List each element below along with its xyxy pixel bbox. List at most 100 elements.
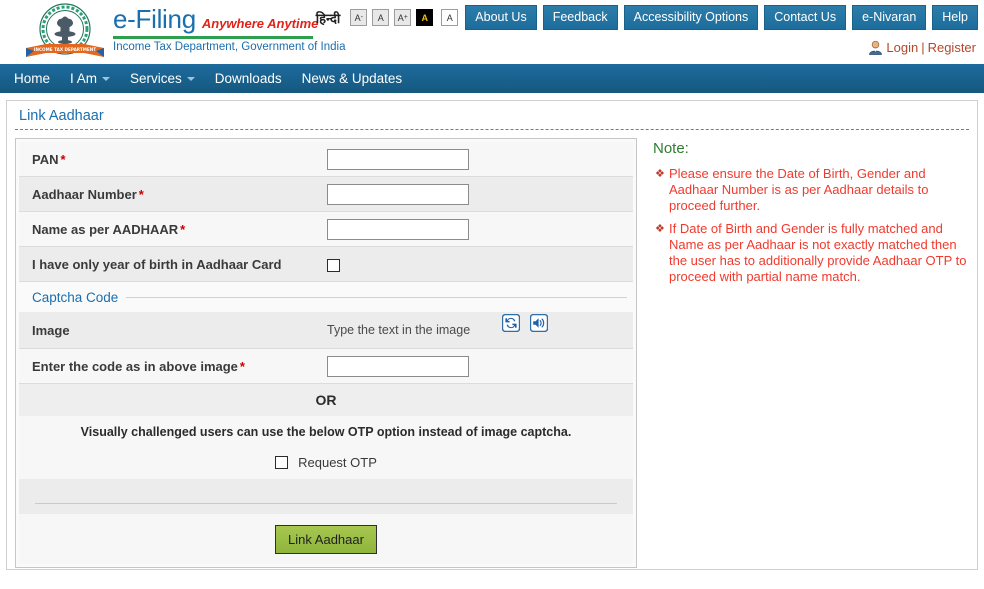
mainnav-item-services[interactable]: Services — [130, 71, 195, 86]
captcha-image-label: Image — [32, 322, 70, 338]
aadhaar-label-cell: Aadhaar Number * — [19, 176, 324, 212]
captcha-code-input-cell — [324, 348, 633, 384]
link-aadhaar-form-table: PAN * Aadhaar Number * Name as per AADHA… — [19, 142, 633, 564]
captcha-image-label-cell: Image — [19, 312, 324, 349]
captcha-legend-cell: Captcha Code — [19, 281, 633, 312]
bullet-icon: ❖ — [655, 168, 665, 180]
nav-contact-us-button[interactable]: Contact Us — [764, 5, 847, 30]
request-otp-cell: Request OTP — [19, 447, 633, 479]
pan-input[interactable] — [327, 148, 469, 170]
visually-challenged-note: Visually challenged users can use the be… — [19, 416, 633, 447]
footer-strip — [0, 577, 984, 589]
svg-text:INCOME TAX DEPARTMENT: INCOME TAX DEPARTMENT — [34, 47, 96, 52]
name-label-cell: Name as per AADHAAR * — [19, 211, 324, 247]
form-row-year-of-birth-only: I have only year of birth in Aadhaar Car… — [19, 246, 633, 282]
pan-label-cell: PAN * — [19, 142, 324, 177]
captcha-code-label-cell: Enter the code as in above image * — [19, 348, 324, 384]
mainnav-item-downloads[interactable]: Downloads — [215, 71, 282, 86]
link-aadhaar-form: PAN * Aadhaar Number * Name as per AADHA… — [15, 138, 637, 568]
note-list: ❖ Please ensure the Date of Birth, Gende… — [653, 166, 969, 285]
aadhaar-input-cell — [324, 176, 633, 212]
captcha-hint-text: Type the text in the image — [327, 323, 471, 337]
year-of-birth-only-checkbox[interactable] — [327, 258, 340, 272]
register-link[interactable]: Register — [928, 40, 976, 55]
link-aadhaar-submit-button[interactable]: Link Aadhaar — [275, 524, 377, 554]
submit-cell: Link Aadhaar — [19, 514, 633, 564]
font-decrease-sup: - — [360, 14, 363, 21]
chevron-down-icon — [102, 76, 111, 81]
aadhaar-number-input[interactable] — [327, 183, 469, 205]
page-title: Link Aadhaar — [19, 108, 104, 124]
font-normal-button[interactable]: A — [372, 9, 390, 26]
high-contrast-dark-label: A — [421, 12, 429, 23]
content-panel: Link Aadhaar PAN * Aadhaar Number * Name… — [6, 100, 978, 570]
font-increase-sup: + — [403, 14, 408, 21]
login-register-bar: Login | Register — [868, 40, 976, 55]
high-contrast-light-label: A — [446, 12, 453, 23]
user-avatar-icon — [868, 40, 883, 55]
header-top-navigation: हिन्दी A- A A + A A About Us Feedback Acc… — [316, 5, 978, 30]
request-otp-checkbox[interactable] — [275, 455, 289, 469]
high-contrast-dark-button[interactable]: A — [416, 9, 434, 26]
captcha-code-input[interactable] — [327, 355, 469, 377]
year-only-checkbox-cell — [324, 246, 633, 282]
form-row-visually-challenged-note: Visually challenged users can use the be… — [19, 416, 633, 447]
mainnav-item-home[interactable]: Home — [14, 71, 50, 86]
note-panel: Note: ❖ Please ensure the Date of Birth,… — [637, 138, 969, 292]
nav-help-button[interactable]: Help — [932, 5, 978, 30]
nav-accessibility-options-button[interactable]: Accessibility Options — [623, 5, 759, 30]
code-required-marker: * — [239, 358, 245, 374]
chevron-down-icon — [186, 76, 195, 81]
year-of-birth-only-label: I have only year of birth in Aadhaar Car… — [32, 256, 282, 272]
hindi-language-link[interactable]: हिन्दी — [316, 9, 341, 27]
main-navigation-bar: Home I Am Services Downloads News & Upda… — [0, 64, 984, 93]
form-row-submit: Link Aadhaar — [19, 514, 633, 564]
font-increase-button[interactable]: A + — [394, 9, 412, 26]
login-register-separator: | — [921, 40, 925, 55]
font-decrease-button[interactable]: A- — [350, 9, 368, 26]
mainnav-item-i-am[interactable]: I Am — [70, 71, 111, 86]
mainnav-item-news-and-updates[interactable]: News & Updates — [302, 71, 403, 86]
content-columns: PAN * Aadhaar Number * Name as per AADHA… — [15, 138, 969, 568]
brand-name: e-Filing — [113, 4, 196, 34]
form-row-spacer — [19, 479, 633, 493]
nav-e-nivaran-button[interactable]: e-Nivaran — [852, 5, 927, 30]
nav-about-us-button[interactable]: About Us — [465, 5, 537, 30]
site-header: सत्यमेव जयते INCOME TAX DEPARTMENT e-Fil… — [0, 0, 984, 64]
name-as-per-aadhaar-input[interactable] — [327, 218, 469, 240]
audio-captcha-icon[interactable] — [529, 313, 549, 333]
mainnav-label-i-am: I Am — [70, 71, 98, 86]
name-input-cell — [324, 211, 633, 247]
form-row-horizontal-rule — [19, 493, 633, 514]
note-list-item: ❖ If Date of Birth and Gender is fully m… — [653, 221, 969, 285]
captcha-image-cell: Type the text in the image — [324, 312, 633, 349]
captcha-legend-rule — [126, 296, 627, 298]
pan-input-cell — [324, 142, 633, 177]
login-link[interactable]: Login — [886, 40, 918, 55]
form-row-request-otp: Request OTP — [19, 447, 633, 479]
mainnav-label-downloads: Downloads — [214, 71, 282, 86]
form-row-captcha-image: Image Type the text in the image — [19, 312, 633, 349]
font-normal-label: A — [377, 12, 384, 23]
form-row-name-as-per-aadhaar: Name as per AADHAAR * — [19, 211, 633, 247]
note-item-text: Please ensure the Date of Birth, Gender … — [669, 166, 929, 213]
brand-divider — [113, 36, 313, 39]
horizontal-rule-cell — [19, 493, 633, 514]
title-divider — [15, 129, 969, 130]
high-contrast-light-button[interactable]: A — [441, 9, 459, 26]
year-only-label-cell: I have only year of birth in Aadhaar Car… — [19, 246, 324, 282]
pan-label: PAN — [32, 151, 59, 167]
pan-required-marker: * — [60, 151, 66, 167]
name-as-per-aadhaar-label: Name as per AADHAAR — [32, 221, 179, 237]
page-body: Link Aadhaar PAN * Aadhaar Number * Name… — [0, 93, 984, 577]
aadhaar-required-marker: * — [138, 186, 144, 202]
form-row-or-separator: OR — [19, 383, 633, 416]
mainnav-label-services: Services — [130, 71, 182, 86]
refresh-captcha-icon[interactable] — [501, 313, 521, 333]
enter-code-label: Enter the code as in above image — [32, 358, 238, 374]
nav-feedback-button[interactable]: Feedback — [542, 5, 618, 30]
brand-department: Income Tax Department, Government of Ind… — [113, 41, 346, 53]
or-label: OR — [19, 383, 633, 416]
form-row-aadhaar-number: Aadhaar Number * — [19, 176, 633, 212]
form-row-pan: PAN * — [19, 142, 633, 177]
